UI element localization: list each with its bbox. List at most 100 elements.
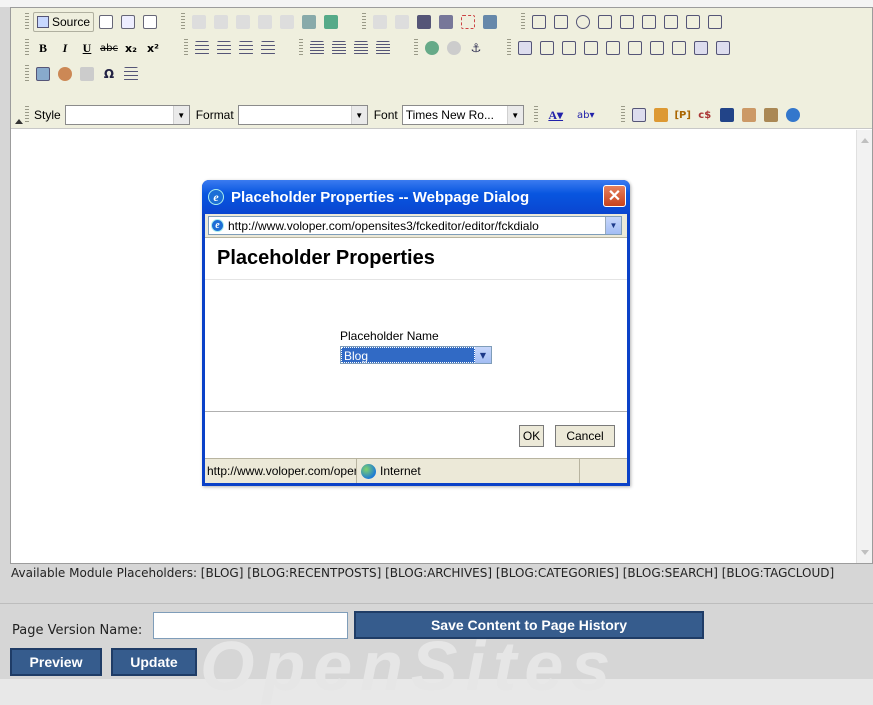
insert-row-button[interactable] xyxy=(537,38,557,58)
delete-cell-button[interactable] xyxy=(669,38,689,58)
templates-button[interactable] xyxy=(140,12,160,32)
format-select[interactable]: ▼ xyxy=(237,105,368,125)
hidden-field-button[interactable] xyxy=(705,12,725,32)
radio-button[interactable] xyxy=(573,12,593,32)
align-right-button[interactable] xyxy=(351,38,371,58)
ordered-list-button[interactable] xyxy=(192,38,212,58)
align-left-button[interactable] xyxy=(307,38,327,58)
ok-button[interactable]: OK xyxy=(519,425,544,447)
button-field-button[interactable] xyxy=(661,12,681,32)
unordered-list-button[interactable] xyxy=(214,38,234,58)
align-center-button[interactable] xyxy=(329,38,349,58)
ie-icon: e xyxy=(208,189,224,205)
undo-button[interactable] xyxy=(370,12,390,32)
remove-format-button[interactable] xyxy=(480,12,500,32)
vertical-scrollbar[interactable] xyxy=(856,130,872,563)
style-label: Style xyxy=(34,108,61,122)
save-to-history-button[interactable]: Save Content to Page History xyxy=(354,611,704,639)
image-button-button[interactable] xyxy=(683,12,703,32)
page-version-input[interactable] xyxy=(153,612,348,639)
page-break-button[interactable] xyxy=(121,64,141,84)
underline-button[interactable]: U xyxy=(77,38,97,58)
fit-window-button[interactable] xyxy=(629,105,649,125)
select-field-button[interactable] xyxy=(639,12,659,32)
cut-button[interactable] xyxy=(189,12,209,32)
delete-cell-icon xyxy=(672,41,686,55)
insert-row-icon xyxy=(540,41,554,55)
scroll-up-icon[interactable] xyxy=(861,138,869,143)
show-blocks-button[interactable] xyxy=(651,105,671,125)
chevron-down-icon[interactable]: ▼ xyxy=(605,217,621,234)
dialog-titlebar[interactable]: e Placeholder Properties -- Webpage Dial… xyxy=(202,180,630,214)
checkbox-button[interactable] xyxy=(551,12,571,32)
superscript-button[interactable]: x² xyxy=(143,38,163,58)
placeholder-name-select[interactable]: Blog ▼ xyxy=(340,346,492,364)
chevron-down-icon[interactable]: ▼ xyxy=(475,347,491,363)
placeholder-button[interactable]: [P] xyxy=(673,105,693,125)
textfield-button[interactable] xyxy=(595,12,615,32)
replace-button[interactable] xyxy=(436,12,456,32)
print-button[interactable] xyxy=(299,12,319,32)
paste-button[interactable] xyxy=(233,12,253,32)
align-justify-button[interactable] xyxy=(373,38,393,58)
save-doc-button[interactable] xyxy=(96,12,116,32)
horizontal-rule-button[interactable] xyxy=(77,64,97,84)
paste-text-button[interactable] xyxy=(255,12,275,32)
cell-props-button[interactable] xyxy=(713,38,733,58)
table-button[interactable] xyxy=(515,38,535,58)
insert-column-button[interactable] xyxy=(559,38,579,58)
address-field[interactable]: e http://www.voloper.com/opensites3/fcke… xyxy=(208,216,622,235)
special-char-button[interactable]: Ω xyxy=(99,64,119,84)
button-field-icon xyxy=(664,15,679,29)
unlink-button[interactable] xyxy=(444,38,464,58)
widget-icon xyxy=(763,108,778,122)
select-all-button[interactable] xyxy=(458,12,478,32)
find-button[interactable] xyxy=(414,12,434,32)
clean-button[interactable] xyxy=(739,105,759,125)
text-color-button[interactable]: A▾ xyxy=(542,105,570,125)
chevron-down-icon: ▼ xyxy=(350,106,367,124)
code-snippet-button[interactable]: c$ xyxy=(695,105,715,125)
redo-button[interactable] xyxy=(392,12,412,32)
image-button[interactable] xyxy=(33,64,53,84)
table-props-button[interactable] xyxy=(691,38,711,58)
bg-color-button[interactable]: ab▾ xyxy=(572,105,600,125)
copy-button[interactable] xyxy=(211,12,231,32)
link-button[interactable] xyxy=(422,38,442,58)
update-button[interactable]: Update xyxy=(111,648,197,676)
bold-button[interactable]: B xyxy=(33,38,53,58)
spellcheck-icon xyxy=(324,15,339,29)
insert-cell-button[interactable] xyxy=(647,38,667,58)
split-cell-button[interactable] xyxy=(625,38,645,58)
widget-button[interactable] xyxy=(761,105,781,125)
merge-cells-button[interactable] xyxy=(603,38,623,58)
spellcheck-button[interactable] xyxy=(321,12,341,32)
flash-button[interactable] xyxy=(55,64,75,84)
toolbar-grip[interactable] xyxy=(25,13,29,31)
form-button[interactable] xyxy=(529,12,549,32)
indent-button[interactable] xyxy=(258,38,278,58)
outdent-button[interactable] xyxy=(236,38,256,58)
textarea-button[interactable] xyxy=(617,12,637,32)
delete-column-icon xyxy=(584,41,598,55)
strike-button[interactable]: abc xyxy=(99,38,119,58)
paste-word-button[interactable] xyxy=(277,12,297,32)
upload-button[interactable] xyxy=(717,105,737,125)
table-props-icon xyxy=(694,41,708,55)
style-select[interactable]: ▼ xyxy=(64,105,190,125)
preview-button[interactable]: Preview xyxy=(10,648,102,676)
close-button[interactable]: ✕ xyxy=(603,185,626,207)
anchor-button[interactable]: ⚓ xyxy=(466,38,486,58)
scroll-down-icon[interactable] xyxy=(861,550,869,555)
delete-column-button[interactable] xyxy=(581,38,601,58)
cancel-button[interactable]: Cancel xyxy=(555,425,615,447)
cell-props-icon xyxy=(716,41,730,55)
new-page-button[interactable] xyxy=(118,12,138,32)
source-button[interactable]: Source xyxy=(33,12,95,32)
font-select[interactable]: Times New Ro... ▼ xyxy=(401,105,524,125)
italic-button[interactable]: I xyxy=(55,38,75,58)
help-button[interactable] xyxy=(783,105,803,125)
subscript-button[interactable]: x₂ xyxy=(121,38,141,58)
collapse-toolbar-icon[interactable] xyxy=(15,119,23,124)
insert-cell-icon xyxy=(650,41,664,55)
